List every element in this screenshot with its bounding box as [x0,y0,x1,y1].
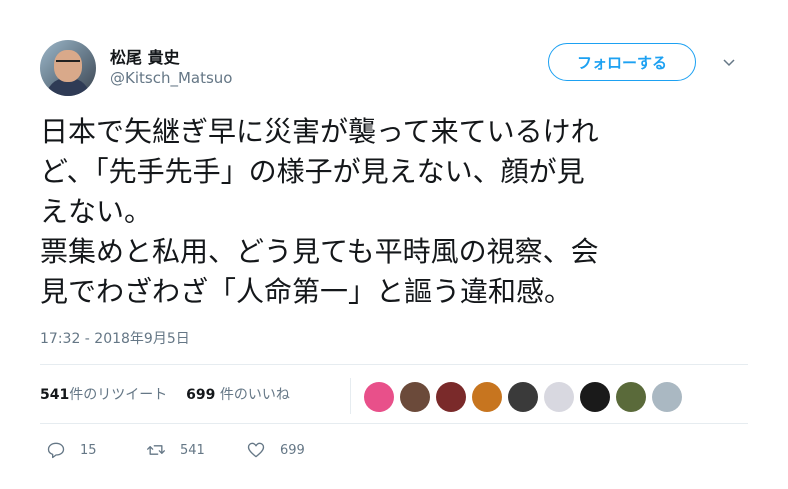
retweet-count: 541 [180,442,205,458]
retweet-stat-count: 541 [40,387,70,403]
follow-button[interactable]: フォローする [548,43,696,81]
liker-avatar[interactable] [472,382,502,412]
tweet-line: 票集めと私用、どう見ても平時風の視察、会 [40,235,599,268]
tweet-line: 見でわざわざ「人命第一」と謳う違和感。 [40,275,573,308]
like-button[interactable]: 699 [246,440,305,460]
reply-icon [47,442,65,459]
retweet-icon [147,445,165,455]
tweet-line: ど、「先手先手」の様子が見えない、顔が見 [40,155,585,188]
heart-icon [247,442,265,458]
stats-row: 541件のリツイート 699 件のいいね [40,384,290,404]
stats-divider [350,378,351,414]
retweet-stat-label: 件のリツイート [69,387,168,403]
like-stat-count: 699 [186,387,216,403]
liker-avatar[interactable] [400,382,430,412]
liker-avatar[interactable] [544,382,574,412]
liker-avatar[interactable] [436,382,466,412]
liker-avatar[interactable] [364,382,394,412]
liker-avatar[interactable] [508,382,538,412]
liker-avatar[interactable] [580,382,610,412]
retweet-stat[interactable]: 541件のリツイート [40,387,167,403]
avatar-glasses [56,60,80,67]
avatar[interactable] [40,40,96,96]
reply-count: 15 [80,442,97,458]
liker-avatar[interactable] [652,382,682,412]
like-stat[interactable]: 699 件のいいね [186,387,290,403]
user-name[interactable]: 松尾 貴史 [110,44,180,68]
timestamp[interactable]: 17:32 - 2018年9月5日 [40,328,190,348]
tweet-text: 日本で矢継ぎ早に災害が襲って来ているけれ ど、「先手先手」の様子が見えない、顔が… [40,112,760,312]
divider [40,423,748,424]
user-handle[interactable]: @Kitsch_Matsuo [110,69,232,87]
divider [40,364,748,365]
like-stat-label: 件のいいね [219,387,290,403]
tweet-line: 日本で矢継ぎ早に災害が襲って来ているけれ [40,115,599,148]
liker-avatar[interactable] [616,382,646,412]
retweet-button[interactable]: 541 [146,440,205,460]
tweet-line: えない。 [40,195,153,228]
chevron-down-icon[interactable] [722,58,736,68]
reply-button[interactable]: 15 [46,440,97,460]
like-count: 699 [280,442,305,458]
